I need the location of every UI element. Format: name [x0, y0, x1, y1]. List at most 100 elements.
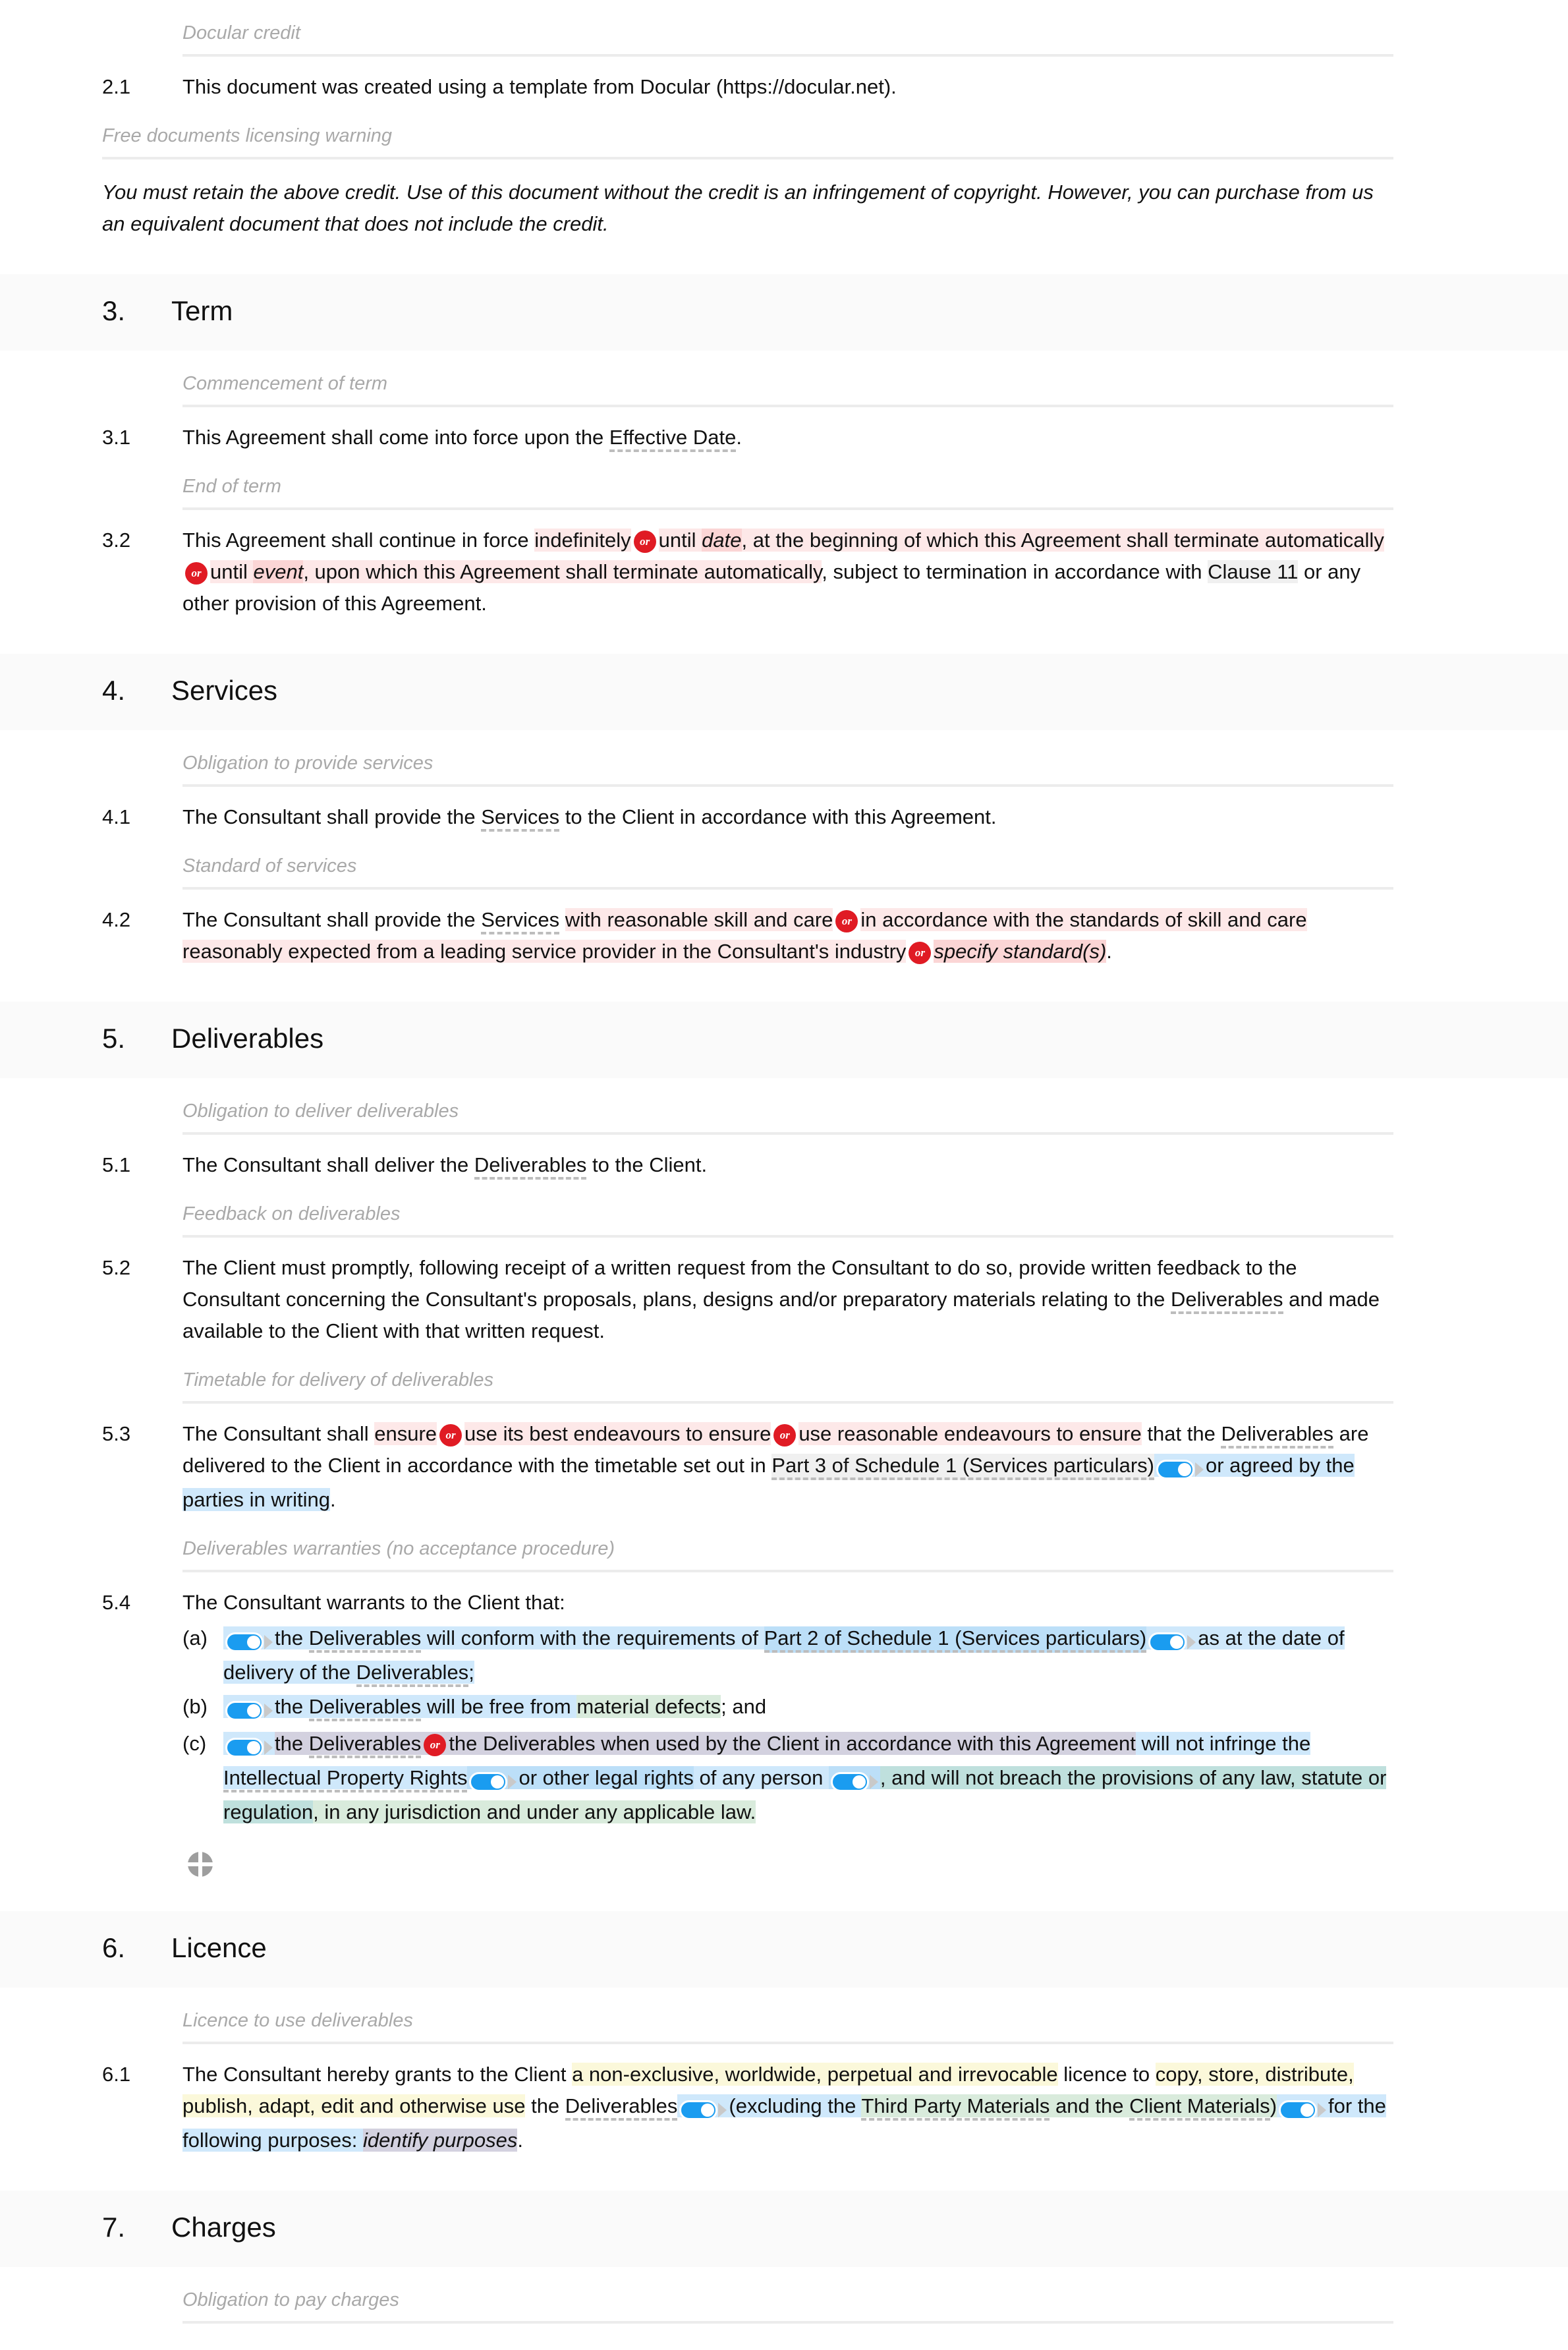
section-heading-licence[interactable]: 6. Licence — [0, 1911, 1568, 1988]
option-best-endeavours[interactable]: use its best endeavours to ensure — [464, 1422, 771, 1445]
option-until-date[interactable]: until date, at the beginning of which th… — [658, 529, 1384, 552]
optional-block-no-breach-of-law[interactable] — [828, 1766, 880, 1792]
optional-block-other-legal-rights[interactable]: or other legal rights — [467, 1766, 694, 1792]
placeholder-specify-standards[interactable]: specify standard(s) — [934, 940, 1107, 963]
toggle-arrow-icon — [264, 1703, 273, 1718]
toggle-pill — [679, 2100, 718, 2120]
option-until-event[interactable]: until event, upon which this Agreement s… — [210, 560, 822, 583]
text-run: The Consultant hereby grants to the Clie… — [182, 2063, 573, 2086]
or-badge[interactable]: or — [633, 530, 656, 553]
list-item-label: (c) — [182, 1732, 207, 1755]
clause-3-2[interactable]: 3.2 This Agreement shall continue in for… — [0, 525, 1568, 619]
defined-term-deliverables[interactable]: Deliverables — [308, 1732, 422, 1758]
defined-term-deliverables[interactable]: Deliverables — [474, 1153, 587, 1180]
clause-4-2[interactable]: 4.2 The Consultant shall provide the Ser… — [0, 904, 1568, 967]
guidance-block-timetable: Timetable for delivery of deliverables — [0, 1367, 1568, 1404]
toggle-pill — [1148, 1632, 1187, 1652]
section-number: 4. — [102, 675, 126, 706]
guidance-label: Feedback on deliverables — [182, 1201, 1393, 1238]
or-badge[interactable]: or — [835, 910, 858, 932]
defined-term-services[interactable]: Services — [481, 908, 560, 934]
guidance-label: Commencement of term — [182, 370, 1393, 407]
clause-2-1[interactable]: 2.1 This document was created using a te… — [0, 71, 1568, 103]
defined-term-deliverables[interactable]: Deliverables — [308, 1626, 422, 1653]
optional-block-exclusions[interactable]: (excluding the — [677, 2094, 862, 2120]
defined-term-ip-rights[interactable]: Intellectual Property Rights — [223, 1766, 468, 1792]
placeholder-date[interactable]: date — [702, 529, 742, 552]
optional-block-jurisdiction[interactable]: , in any jurisdiction and under any appl… — [313, 1800, 756, 1823]
toggle-switch-on-icon[interactable] — [469, 1765, 517, 1796]
toggle-switch-on-icon[interactable] — [1156, 1452, 1204, 1484]
defined-term-deliverables[interactable]: Deliverables — [308, 1695, 422, 1721]
defined-term-deliverables[interactable]: Deliverables — [1221, 1422, 1334, 1448]
placeholder-identify-purposes[interactable]: identify purposes — [363, 2129, 518, 2152]
optional-block-conform-requirements[interactable]: the Deliverables will conform with the r… — [223, 1625, 1345, 1687]
clause-3-1[interactable]: 3.1 This Agreement shall come into force… — [0, 422, 1568, 453]
clause-6-1[interactable]: 6.1 The Consultant hereby grants to the … — [0, 2059, 1568, 2156]
toggle-switch-on-icon[interactable] — [830, 1765, 878, 1796]
clause-5-4[interactable]: 5.4 The Consultant warrants to the Clien… — [0, 1587, 1568, 1828]
text-run: to the Client in accordance with this Ag… — [559, 805, 997, 828]
section-title: Licence — [171, 1932, 267, 1963]
insert-node-row[interactable] — [0, 1852, 1568, 1877]
list-item-text: the Deliverables will conform with the r… — [223, 1622, 1393, 1688]
clause-number: 3.2 — [102, 529, 131, 552]
option-indefinitely[interactable]: indefinitely — [534, 529, 631, 552]
optional-block-free-from-defects[interactable]: the Deliverables will be free from mater… — [223, 1695, 721, 1721]
option-reasonable-skill-care[interactable]: with reasonable skill and care — [565, 908, 833, 931]
clause-number: 4.1 — [102, 805, 131, 828]
cross-reference-clause-11[interactable]: Clause 11 — [1208, 560, 1299, 583]
clause-text: The Consultant shall ensure or use its bes… — [182, 1418, 1393, 1516]
option-reasonable-endeavours[interactable]: use reasonable endeavours to ensure — [798, 1422, 1142, 1445]
or-badge[interactable]: or — [773, 1424, 797, 1447]
toggle-switch-on-icon[interactable] — [679, 2093, 727, 2125]
clause-text: This document was created using a templa… — [182, 75, 897, 98]
defined-term-client-materials[interactable]: Client Materials — [1129, 2094, 1270, 2121]
cross-reference-part-2-schedule-1[interactable]: Part 2 of Schedule 1 (Services particula… — [764, 1626, 1147, 1653]
toggle-switch-on-icon[interactable] — [1148, 1625, 1196, 1657]
guidance-label: Obligation to provide services — [182, 750, 1393, 787]
or-badge[interactable]: or — [909, 942, 932, 964]
optional-block-material-defects[interactable]: material defects — [576, 1695, 721, 1718]
toggle-switch-on-icon[interactable] — [225, 1694, 273, 1725]
clause-number: 5.1 — [102, 1153, 131, 1176]
defined-term-deliverables[interactable]: Deliverables — [356, 1661, 469, 1687]
clause-5-1[interactable]: 5.1 The Consultant shall deliver the Del… — [0, 1149, 1568, 1181]
toggle-pill — [1279, 2100, 1318, 2120]
list-item[interactable]: (a) the Deliverables will conform with t… — [182, 1622, 1393, 1688]
defined-term-effective-date[interactable]: Effective Date — [609, 426, 737, 452]
clause-intro: The Consultant warrants to the Client th… — [182, 1591, 565, 1614]
alternative-group-deliverables[interactable]: the Deliverables or the Deliverables when … — [275, 1732, 1136, 1758]
text-run: will not infringe the — [1135, 1732, 1311, 1755]
cross-reference-part-3-schedule-1[interactable]: Part 3 of Schedule 1 (Services particula… — [771, 1454, 1154, 1480]
clause-5-2[interactable]: 5.2 The Client must promptly, following … — [0, 1252, 1568, 1347]
add-circle-icon[interactable] — [188, 1852, 213, 1877]
or-badge[interactable]: or — [185, 562, 208, 585]
or-badge[interactable]: or — [439, 1424, 462, 1447]
toggle-switch-on-icon[interactable] — [225, 1731, 273, 1762]
clause-4-1[interactable]: 4.1 The Consultant shall provide the Ser… — [0, 801, 1568, 833]
optional-block-licence-scope[interactable]: a non-exclusive, worldwide, perpetual an… — [572, 2063, 1058, 2086]
clause-5-3[interactable]: 5.3 The Consultant shall ensure or use its… — [0, 1418, 1568, 1516]
or-badge[interactable]: or — [424, 1734, 447, 1756]
toggle-pill — [225, 1700, 264, 1721]
defined-term-services[interactable]: Services — [481, 805, 560, 832]
excluded-materials-group[interactable]: Third Party Materials and the Client Mat… — [861, 2094, 1277, 2121]
toggle-switch-on-icon[interactable] — [225, 1625, 273, 1657]
section-heading-term[interactable]: 3. Term — [0, 274, 1568, 351]
section-heading-deliverables[interactable]: 5. Deliverables — [0, 1002, 1568, 1078]
defined-term-deliverables[interactable]: Deliverables — [1170, 1288, 1283, 1314]
list-item[interactable]: (b) the Deliverables will be free from m… — [182, 1691, 1393, 1725]
defined-term-deliverables[interactable]: Deliverables — [565, 2094, 678, 2121]
placeholder-event[interactable]: event — [253, 560, 304, 583]
section-heading-services[interactable]: 4. Services — [0, 654, 1568, 730]
section-heading-charges[interactable]: 7. Charges — [0, 2191, 1568, 2267]
guidance-block-obligation-pay: Obligation to pay charges — [0, 2287, 1568, 2324]
option-ensure[interactable]: ensure — [374, 1422, 437, 1445]
toggle-switch-on-icon[interactable] — [1279, 2093, 1327, 2125]
text-run: of any person — [693, 1766, 829, 1789]
guidance-label: Deliverables warranties (no acceptance p… — [182, 1535, 1393, 1572]
defined-term-third-party-materials[interactable]: Third Party Materials — [861, 2094, 1050, 2121]
list-item[interactable]: (c) the Deliverables or the Deliverables w… — [182, 1728, 1393, 1828]
optional-block-non-infringement[interactable]: the Deliverables or the Deliverables when … — [223, 1731, 1387, 1823]
